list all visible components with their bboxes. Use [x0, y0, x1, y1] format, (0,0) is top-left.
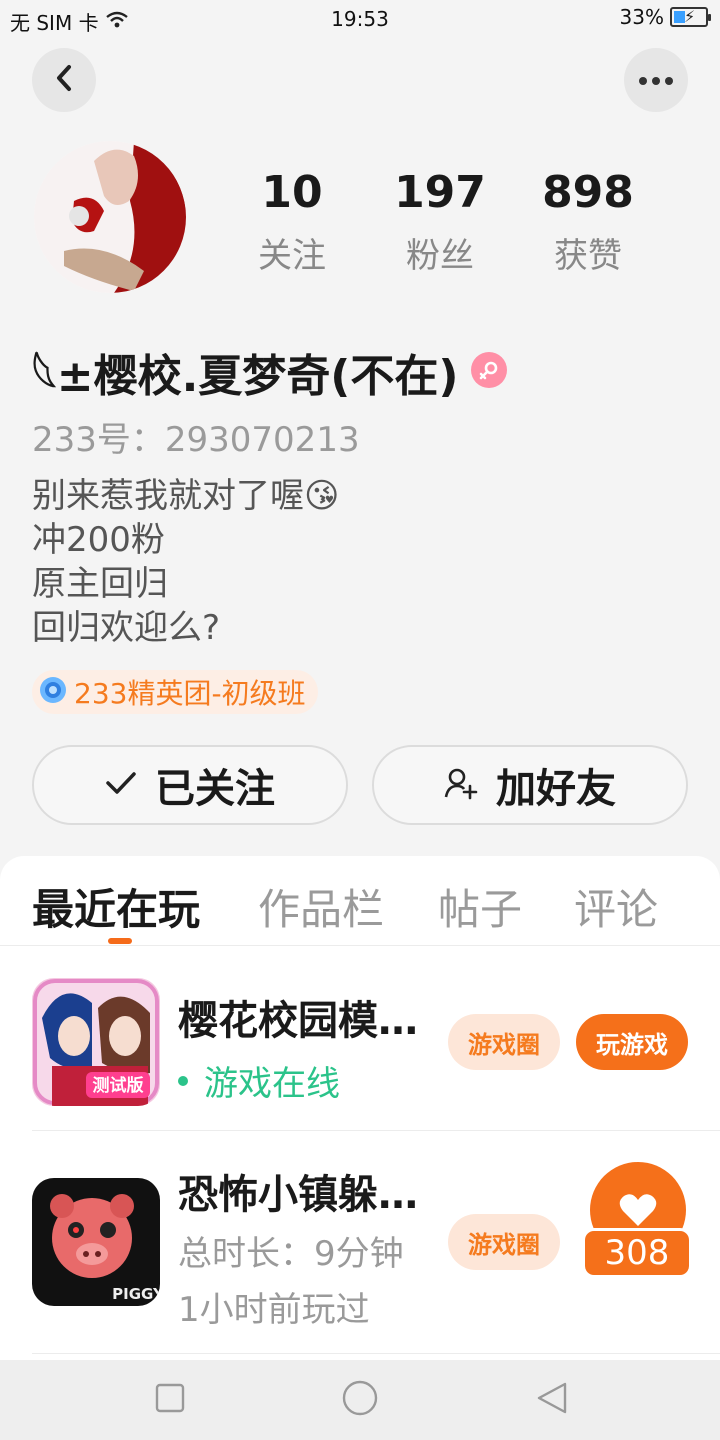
- add-friend-label: 加好友: [496, 766, 616, 812]
- tab-divider: [0, 945, 720, 946]
- stat-label: 关注: [258, 236, 326, 276]
- game-online-status: 游戏在线: [178, 1056, 340, 1105]
- add-friend-icon: [444, 766, 478, 804]
- following-button[interactable]: 已关注: [32, 745, 348, 825]
- home-button[interactable]: [340, 1380, 380, 1420]
- game-status-label: 游戏在线: [204, 1064, 340, 1104]
- recent-apps-button[interactable]: [150, 1380, 190, 1420]
- circle-home-icon: [341, 1379, 379, 1421]
- username-row: 𓆩±樱校.夏梦奇(不在): [32, 334, 507, 406]
- game-last-played: 1小时前玩过: [178, 1290, 370, 1330]
- game-play-duration: 总时长：9分钟: [178, 1234, 404, 1274]
- female-icon: [470, 352, 507, 388]
- row-divider: [32, 1353, 720, 1354]
- group-badge[interactable]: 233精英团-初级班: [32, 670, 318, 714]
- tab-comments[interactable]: 评论: [574, 876, 658, 937]
- battery-icon: ⚡: [670, 7, 711, 27]
- stat-value: 898: [542, 167, 634, 218]
- game-icon-badge: 测试版: [93, 1075, 144, 1096]
- game-title[interactable]: 恐怖小镇躲…: [178, 1162, 418, 1220]
- play-game-button[interactable]: 玩游戏: [576, 1014, 688, 1070]
- stat-value: 197: [394, 167, 486, 218]
- bio-line: 原主回归: [32, 564, 168, 604]
- add-friend-button[interactable]: 加好友: [372, 745, 688, 825]
- back-button[interactable]: [32, 48, 96, 112]
- check-icon: [105, 770, 137, 800]
- badge-gem-icon: [38, 675, 68, 709]
- following-label: 已关注: [155, 766, 275, 812]
- profile-stats: 10 关注 197 粉丝 898 获赞: [0, 166, 720, 286]
- game-circle-button[interactable]: 游戏圈: [448, 1014, 560, 1070]
- more-dots-icon: [638, 71, 674, 90]
- game-icon-sakura[interactable]: 测试版: [32, 978, 160, 1106]
- system-nav-bar: [0, 1360, 720, 1440]
- triangle-back-icon: [535, 1381, 569, 1419]
- like-float-button[interactable]: 308: [582, 1162, 692, 1282]
- game-icon-piggy[interactable]: PIGGY: [32, 1178, 160, 1306]
- game-title[interactable]: 樱花校园模…: [178, 988, 418, 1046]
- user-id: 233号：293070213: [32, 420, 360, 460]
- stat-label: 获赞: [554, 236, 622, 276]
- bio-line: 冲200粉: [32, 520, 165, 560]
- stat-followers[interactable]: 197 粉丝: [370, 166, 510, 277]
- bio-line: 别来惹我就对了喔😘: [32, 476, 340, 516]
- status-bar: 无 SIM 卡 19:53 33% ⚡: [0, 0, 720, 38]
- tab-recent-play[interactable]: 最近在玩: [32, 876, 200, 937]
- stat-likes[interactable]: 898 获赞: [518, 166, 658, 277]
- bio: 别来惹我就对了喔😘 冲200粉 原主回归 回归欢迎么?: [32, 474, 339, 650]
- battery-percent: 33%: [619, 5, 664, 29]
- back-nav-button[interactable]: [532, 1380, 572, 1420]
- stat-following[interactable]: 10 关注: [222, 166, 362, 277]
- row-divider: [32, 1130, 720, 1131]
- clock: 19:53: [331, 7, 389, 31]
- stat-label: 粉丝: [406, 236, 474, 276]
- online-dot-icon: [178, 1075, 188, 1086]
- tab-indicator: [108, 938, 132, 944]
- badge-label: 233精英团-初级班: [74, 677, 306, 710]
- bio-line: 回归欢迎么?: [32, 608, 221, 648]
- like-count: 308: [582, 1228, 692, 1278]
- stat-value: 10: [261, 167, 323, 218]
- square-icon: [155, 1383, 185, 1417]
- tab-posts[interactable]: 帖子: [438, 876, 522, 937]
- chevron-left-icon: [53, 64, 75, 96]
- game-circle-button[interactable]: 游戏圈: [448, 1214, 560, 1270]
- username: 𓆩±樱校.夏梦奇(不在): [32, 351, 459, 402]
- more-button[interactable]: [624, 48, 688, 112]
- tab-works[interactable]: 作品栏: [258, 876, 384, 937]
